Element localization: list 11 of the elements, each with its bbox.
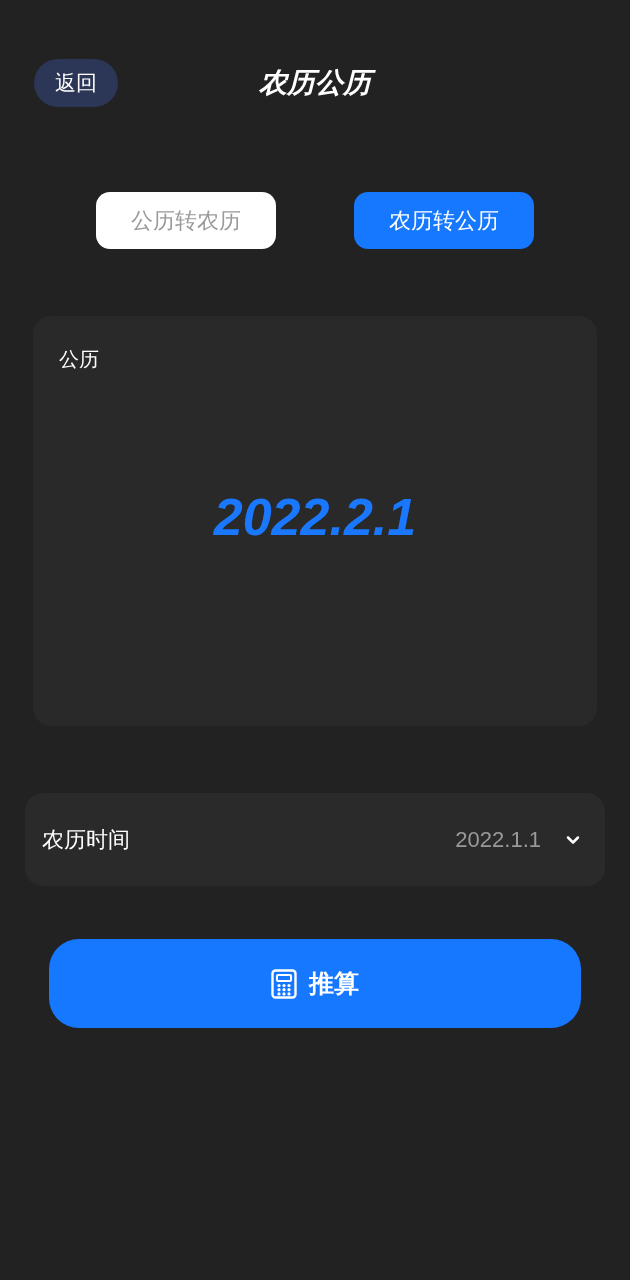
date-picker-row[interactable]: 农历时间 2022.1.1 bbox=[25, 793, 605, 886]
calculate-button[interactable]: 推算 bbox=[49, 939, 581, 1028]
result-label: 公历 bbox=[59, 347, 99, 372]
tab[interactable]: 公历转农历 bbox=[96, 192, 276, 249]
back-button[interactable]: 返回 bbox=[34, 59, 118, 107]
picker-value: 2022.1.1 bbox=[455, 826, 541, 854]
page-title: 农历公历 bbox=[253, 63, 377, 103]
calculator-icon bbox=[271, 968, 297, 999]
picker-label: 农历时间 bbox=[42, 826, 130, 854]
result-date: 2022.2.1 bbox=[212, 487, 418, 548]
tab[interactable]: 农历转公历 bbox=[354, 192, 534, 249]
